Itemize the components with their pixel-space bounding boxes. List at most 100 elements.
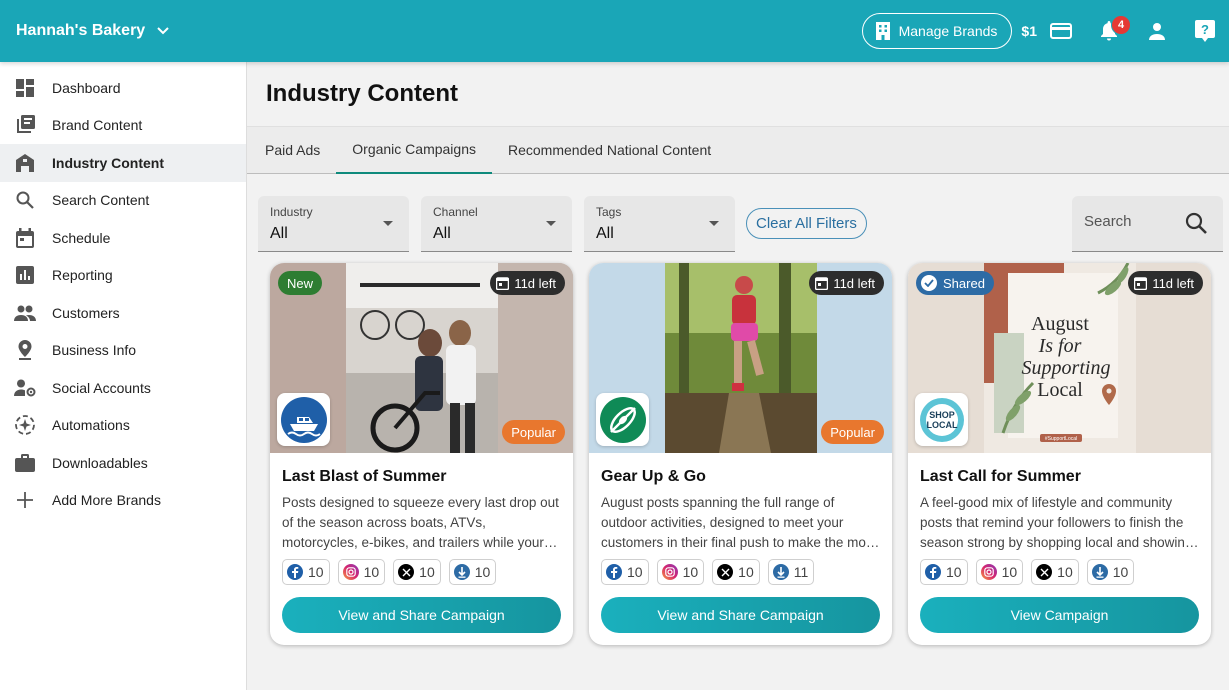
art-text-line: August	[1031, 313, 1089, 335]
store-icon	[14, 152, 36, 174]
plus-icon	[14, 489, 36, 511]
search-icon[interactable]	[1185, 212, 1207, 239]
notifications-button[interactable]: 4	[1085, 7, 1133, 55]
briefcase-icon	[14, 452, 36, 474]
sidebar-item-search-content[interactable]: Search Content	[0, 182, 246, 220]
sidebar-item-label: Brand Content	[52, 117, 143, 134]
channel-stats: 10 10 10 10	[282, 559, 504, 585]
download-count: 10	[1086, 559, 1135, 585]
instagram-count: 10	[337, 559, 386, 585]
sidebar-item-label: Automations	[52, 417, 130, 434]
download-count: 11	[767, 559, 815, 585]
calendar-icon	[815, 277, 829, 290]
dropdown-arrow-icon	[383, 221, 393, 226]
kayak-logo-icon	[596, 393, 649, 446]
sidebar-item-dashboard[interactable]: Dashboard	[0, 69, 246, 107]
sidebar-item-label: Add More Brands	[52, 492, 161, 509]
campaign-description: August posts spanning the full range of …	[601, 495, 877, 550]
sidebar-item-industry-content[interactable]: Industry Content	[0, 144, 246, 182]
campaign-title: Last Blast of Summer	[282, 468, 447, 485]
time-left-text: 11d left	[1152, 275, 1194, 291]
check-icon	[921, 275, 937, 291]
industry-select[interactable]: Industry All	[258, 196, 409, 252]
facebook-icon	[925, 564, 941, 580]
sidebar-item-add-more-brands[interactable]: Add More Brands	[0, 482, 246, 520]
time-left-badge: 11d left	[1128, 271, 1203, 295]
top-header: Hannah's Bakery Manage Brands $1 4 ?	[0, 0, 1229, 62]
channel-stats: 10 10 10 11	[601, 559, 822, 585]
tab-paid-ads[interactable]: Paid Ads	[247, 126, 336, 174]
sidebar-item-schedule[interactable]: Schedule	[0, 219, 246, 257]
brand-switcher[interactable]: Hannah's Bakery	[16, 22, 169, 40]
art-text-line: Local	[1037, 379, 1083, 401]
art-hashtag: #SupportLocal	[1045, 436, 1077, 442]
billing-button[interactable]	[1037, 7, 1085, 55]
automation-icon	[14, 414, 36, 436]
dashboard-icon	[14, 77, 36, 99]
chart-icon	[14, 264, 36, 286]
campaign-description: Posts designed to squeeze every last dro…	[282, 495, 559, 550]
credit-balance: $1	[1021, 23, 1037, 39]
dropdown-arrow-icon	[546, 221, 556, 226]
campaign-title: Gear Up & Go	[601, 468, 706, 485]
popular-badge: Popular	[821, 420, 884, 444]
sidebar-item-label: Dashboard	[52, 79, 121, 96]
svg-text:LOCAL: LOCAL	[926, 420, 957, 430]
facebook-count: 10	[920, 559, 968, 585]
view-campaign-button[interactable]: View Campaign	[920, 597, 1199, 633]
sidebar-item-automations[interactable]: Automations	[0, 407, 246, 445]
campaign-card[interactable]: New 11d left Popular Last Blast of Summe…	[270, 263, 573, 645]
x-count: 10	[712, 559, 760, 585]
calendar-icon	[14, 227, 36, 249]
help-button[interactable]: ?	[1181, 7, 1229, 55]
instagram-count: 10	[975, 559, 1024, 585]
sidebar-item-social-accounts[interactable]: Social Accounts	[0, 369, 246, 407]
tab-organic-campaigns[interactable]: Organic Campaigns	[336, 126, 492, 174]
new-badge: New	[278, 271, 323, 295]
tags-select[interactable]: Tags All	[584, 196, 735, 252]
tags-select-label: Tags	[596, 205, 622, 219]
channel-select[interactable]: Channel All	[421, 196, 572, 252]
sidebar: Dashboard Brand Content Industry Content…	[0, 62, 247, 690]
search-input[interactable]	[1084, 213, 1184, 230]
boat-logo-icon	[277, 393, 330, 446]
x-count: 10	[1031, 559, 1079, 585]
industry-select-value: All	[270, 225, 288, 242]
view-and-share-campaign-button[interactable]: View and Share Campaign	[282, 597, 561, 633]
instagram-icon	[661, 564, 678, 580]
industry-select-label: Industry	[270, 205, 313, 219]
facebook-count: 10	[601, 559, 649, 585]
view-and-share-campaign-button[interactable]: View and Share Campaign	[601, 597, 880, 633]
search-box	[1072, 196, 1223, 252]
calendar-icon	[496, 277, 510, 290]
time-left-text: 11d left	[833, 275, 875, 291]
manage-brands-button[interactable]: Manage Brands	[861, 13, 1013, 49]
channel-select-label: Channel	[433, 205, 478, 219]
download-count: 10	[448, 559, 497, 585]
time-left-badge: 11d left	[490, 271, 565, 295]
sidebar-item-label: Search Content	[52, 192, 150, 209]
sidebar-item-business-info[interactable]: Business Info	[0, 332, 246, 370]
clear-all-filters-button[interactable]: Clear All Filters	[746, 208, 867, 239]
sidebar-item-downloadables[interactable]: Downloadables	[0, 444, 246, 482]
campaign-card[interactable]: August Is for Supporting Local #SupportL…	[908, 263, 1211, 645]
user-settings-icon	[14, 377, 36, 399]
campaign-card[interactable]: 11d left Popular Gear Up & Go August pos…	[589, 263, 892, 645]
shop-local-logo-icon: SHOP LOCAL	[915, 393, 968, 446]
account-button[interactable]	[1133, 7, 1181, 55]
tab-recommended-national-content[interactable]: Recommended National Content	[492, 126, 727, 174]
location-pin-icon	[14, 339, 36, 361]
person-icon	[1149, 23, 1165, 40]
popular-badge: Popular	[502, 420, 565, 444]
sidebar-item-reporting[interactable]: Reporting	[0, 257, 246, 295]
time-left-badge: 11d left	[809, 271, 884, 295]
sidebar-item-label: Schedule	[52, 229, 111, 246]
instagram-icon	[342, 564, 359, 580]
art-text-line: Supporting	[1022, 357, 1111, 379]
sidebar-item-brand-content[interactable]: Brand Content	[0, 107, 246, 145]
channel-select-value: All	[433, 225, 451, 242]
sidebar-item-customers[interactable]: Customers	[0, 294, 246, 332]
people-icon	[14, 302, 36, 324]
download-icon	[1091, 564, 1108, 580]
dropdown-arrow-icon	[709, 221, 719, 226]
